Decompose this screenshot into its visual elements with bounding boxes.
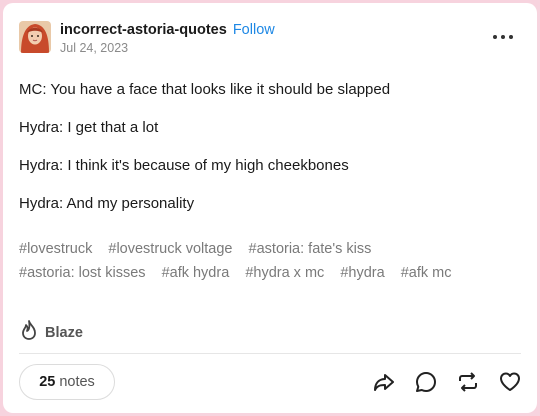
reblog-icon[interactable]	[455, 369, 481, 395]
tag-link[interactable]: #afk hydra	[162, 265, 230, 281]
avatar[interactable]	[19, 21, 51, 53]
post-header: incorrect-astoria-quotes Follow Jul 24, …	[19, 21, 521, 61]
blog-name-link[interactable]: incorrect-astoria-quotes	[60, 22, 227, 38]
notes-label: notes	[59, 374, 95, 390]
blaze-button[interactable]: Blaze	[19, 319, 83, 346]
notes-count: 25	[39, 374, 56, 390]
tag-link[interactable]: #hydra x mc	[245, 265, 324, 281]
post-date[interactable]: Jul 24, 2023	[60, 41, 128, 55]
tag-link[interactable]: #hydra	[340, 265, 384, 281]
post-line: Hydra: I think it's because of my high c…	[19, 157, 349, 174]
tag-link[interactable]: #astoria: lost kisses	[19, 265, 146, 281]
tag-link[interactable]: #lovestruck voltage	[108, 241, 232, 257]
post-body: MC: You have a face that looks like it s…	[19, 81, 521, 233]
share-icon[interactable]	[371, 369, 397, 395]
post-line: Hydra: I get that a lot	[19, 119, 159, 136]
blog-name-line: incorrect-astoria-quotes Follow	[60, 22, 275, 38]
blaze-label: Blaze	[45, 324, 83, 341]
more-icon[interactable]	[491, 29, 515, 45]
notes-button[interactable]: 25 notes	[19, 364, 115, 400]
post-line: Hydra: And my personality	[19, 195, 195, 212]
post-actions	[371, 369, 523, 395]
reply-icon[interactable]	[413, 369, 439, 395]
tag-list: #lovestruck #lovestruck voltage #astoria…	[19, 237, 521, 285]
divider	[19, 353, 521, 354]
follow-button[interactable]: Follow	[233, 22, 275, 38]
heart-icon[interactable]	[497, 369, 523, 395]
tag-link[interactable]: #astoria: fate's kiss	[249, 241, 372, 257]
post-line: MC: You have a face that looks like it s…	[19, 81, 391, 98]
tag-link[interactable]: #lovestruck	[19, 241, 92, 257]
flame-icon	[19, 319, 39, 346]
post-card: incorrect-astoria-quotes Follow Jul 24, …	[3, 3, 537, 413]
tag-link[interactable]: #afk mc	[401, 265, 452, 281]
